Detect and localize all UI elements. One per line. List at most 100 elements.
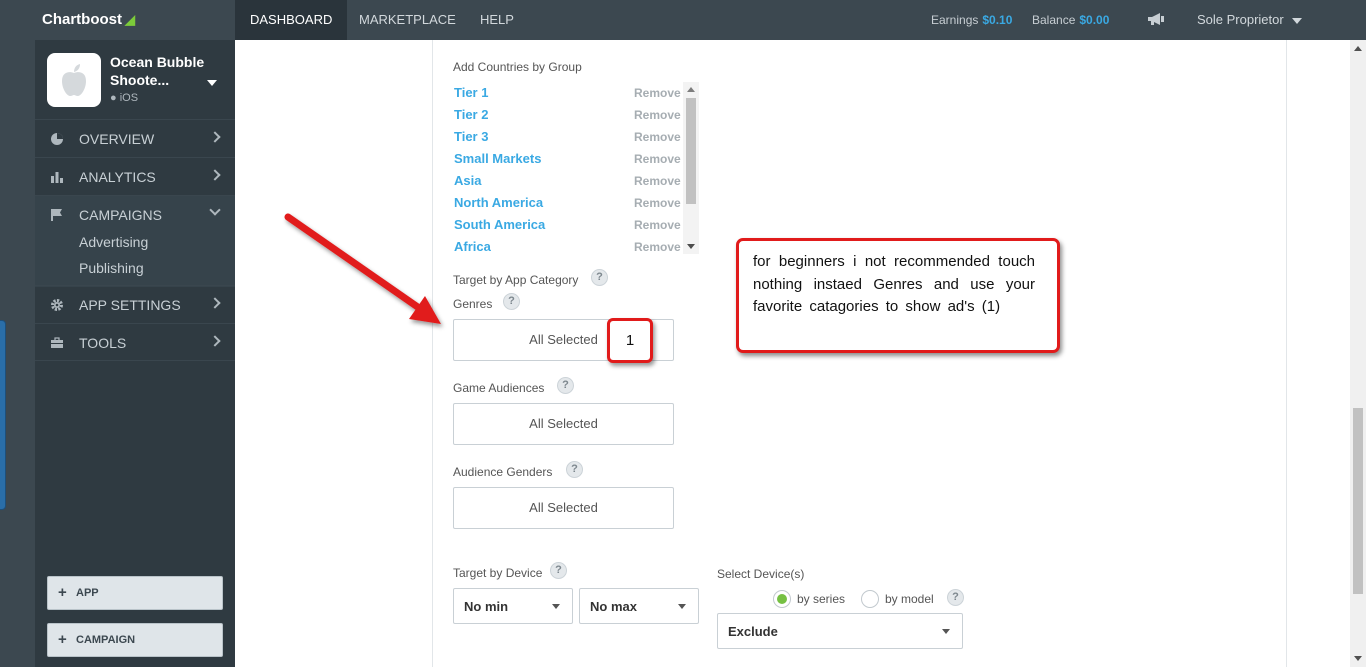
- country-group-link[interactable]: Small Markets: [454, 151, 541, 166]
- sidebar-subitem-publishing[interactable]: Publishing: [79, 260, 144, 276]
- platform-label: iOS: [119, 92, 139, 104]
- add-campaign-label: CAMPAIGN: [76, 634, 136, 646]
- audience-genders-select[interactable]: All Selected: [453, 487, 674, 529]
- help-icon[interactable]: ?: [550, 562, 567, 579]
- sidebar-item-tools[interactable]: TOOLS: [35, 323, 235, 361]
- tab-dashboard[interactable]: DASHBOARD: [235, 0, 348, 40]
- annotation-badge: 1: [607, 318, 653, 363]
- by-model-radio[interactable]: [861, 590, 879, 608]
- tab-marketplace[interactable]: MARKETPLACE: [344, 0, 471, 40]
- chartboost-logo[interactable]: Chartboost ◢: [42, 11, 135, 28]
- side-panel-handle[interactable]: [0, 320, 6, 510]
- annotation-callout: for beginners i not recommended touch no…: [736, 238, 1060, 353]
- scrollbar-thumb[interactable]: [1353, 408, 1363, 594]
- genres-label: Genres: [453, 297, 493, 311]
- list-item: South America Remove: [453, 214, 683, 236]
- chevron-down-icon: [942, 629, 950, 634]
- account-menu[interactable]: Sole Proprietor: [1197, 12, 1302, 27]
- max-os-dropdown[interactable]: No max: [579, 588, 699, 624]
- game-audiences-label: Game Audiences: [453, 381, 545, 395]
- chevron-down-icon: [207, 80, 217, 86]
- help-icon[interactable]: ?: [591, 269, 608, 286]
- remove-link[interactable]: Remove: [634, 174, 681, 188]
- plus-icon: +: [58, 584, 67, 601]
- remove-link[interactable]: Remove: [634, 152, 681, 166]
- help-icon[interactable]: ?: [566, 461, 583, 478]
- country-group-link[interactable]: Tier 2: [454, 107, 488, 122]
- country-group-link[interactable]: South America: [454, 217, 545, 232]
- scrollbar-thumb[interactable]: [686, 98, 696, 204]
- min-os-value: No min: [464, 599, 509, 614]
- sidebar-item-analytics[interactable]: ANALYTICS: [35, 157, 235, 195]
- chevron-down-icon: [552, 604, 560, 609]
- by-series-radio[interactable]: [773, 590, 791, 608]
- list-item: Tier 3 Remove: [453, 126, 683, 148]
- add-campaign-button[interactable]: + CAMPAIGN: [47, 623, 223, 657]
- pie-chart-icon: [51, 133, 63, 145]
- by-series-label[interactable]: by series: [797, 592, 845, 606]
- apple-logo-icon: [62, 64, 86, 96]
- sidebar-item-app-settings[interactable]: APP SETTINGS: [35, 285, 235, 323]
- help-icon[interactable]: ?: [947, 589, 964, 606]
- scroll-down-icon[interactable]: [1354, 656, 1362, 661]
- help-icon[interactable]: ?: [557, 377, 574, 394]
- chevron-down-icon: [678, 604, 686, 609]
- game-audiences-select[interactable]: All Selected: [453, 403, 674, 445]
- remove-link[interactable]: Remove: [634, 108, 681, 122]
- sidebar-item-campaigns[interactable]: CAMPAIGNS Advertising Publishing: [35, 195, 235, 287]
- audience-genders-value: All Selected: [529, 500, 598, 515]
- country-group-link[interactable]: Africa: [454, 239, 491, 254]
- remove-link[interactable]: Remove: [634, 86, 681, 100]
- by-model-label[interactable]: by model: [885, 592, 934, 606]
- plus-icon: +: [58, 631, 67, 648]
- chevron-down-icon: [1291, 17, 1302, 24]
- tab-help[interactable]: HELP: [465, 0, 529, 40]
- leaf-icon: ◢: [125, 12, 135, 27]
- country-group-link[interactable]: Asia: [454, 173, 481, 188]
- remove-link[interactable]: Remove: [634, 130, 681, 144]
- scroll-down-icon[interactable]: [687, 244, 695, 249]
- audience-genders-label: Audience Genders: [453, 465, 553, 479]
- remove-link[interactable]: Remove: [634, 240, 681, 254]
- remove-link[interactable]: Remove: [634, 218, 681, 232]
- sidebar-item-label: TOOLS: [79, 335, 127, 351]
- game-audiences-value: All Selected: [529, 416, 598, 431]
- list-item: Small Markets Remove: [453, 148, 683, 170]
- bar-chart-icon: [51, 172, 63, 183]
- chevron-right-icon: [209, 131, 221, 143]
- megaphone-icon[interactable]: [1147, 12, 1165, 26]
- sidebar-item-overview[interactable]: OVERVIEW: [35, 119, 235, 157]
- app-name: Ocean Bubble Shoote...: [110, 54, 205, 88]
- device-exclude-dropdown[interactable]: Exclude: [717, 613, 963, 649]
- select-devices-label: Select Device(s): [717, 567, 805, 581]
- briefcase-icon: [51, 337, 63, 348]
- chevron-down-icon: [209, 204, 221, 216]
- country-group-link[interactable]: Tier 3: [454, 129, 488, 144]
- add-app-button[interactable]: + APP: [47, 576, 223, 610]
- country-list-scrollbar[interactable]: [683, 82, 699, 254]
- earnings-label: Earnings: [931, 13, 979, 27]
- balance-label: Balance: [1032, 13, 1076, 27]
- app-icon: [47, 53, 101, 107]
- app-selector[interactable]: Ocean Bubble Shoote... ● iOS: [35, 40, 235, 122]
- window-scrollbar[interactable]: [1350, 40, 1366, 667]
- min-os-dropdown[interactable]: No min: [453, 588, 573, 624]
- help-icon[interactable]: ?: [503, 293, 520, 310]
- annotation-arrow-icon: [284, 213, 441, 324]
- country-group-list: Tier 1 Remove Tier 2 Remove Tier 3 Remov…: [453, 82, 699, 254]
- annotation-text: for beginners i not recommended touch no…: [753, 253, 1035, 315]
- sidebar: Ocean Bubble Shoote... ● iOS OVERVIEW AN…: [35, 40, 235, 667]
- remove-link[interactable]: Remove: [634, 196, 681, 210]
- balance-value: $0.00: [1079, 13, 1110, 27]
- sidebar-subitem-advertising[interactable]: Advertising: [79, 234, 148, 250]
- add-app-label: APP: [76, 587, 99, 599]
- earnings-stat: Earnings $0.10: [931, 13, 1012, 27]
- country-group-link[interactable]: North America: [454, 195, 543, 210]
- flag-icon: [51, 209, 62, 221]
- country-group-link[interactable]: Tier 1: [454, 85, 488, 100]
- list-item: Tier 2 Remove: [453, 104, 683, 126]
- scroll-up-icon[interactable]: [687, 87, 695, 92]
- earnings-value: $0.10: [982, 13, 1013, 27]
- scroll-up-icon[interactable]: [1354, 46, 1362, 51]
- list-item: Asia Remove: [453, 170, 683, 192]
